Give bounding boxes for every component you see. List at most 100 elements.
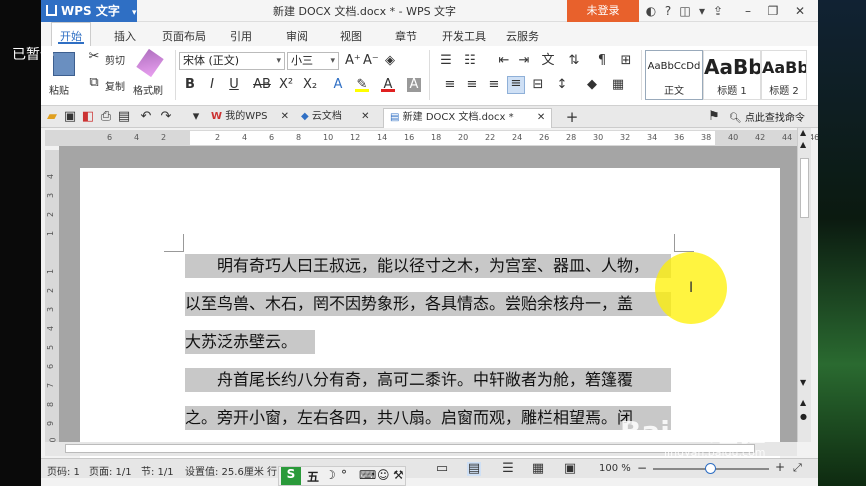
align-left-icon[interactable]: ≡ bbox=[443, 78, 457, 92]
horizontal-ruler[interactable]: 6 4 2 2 4 6 8 10 12 14 16 18 20 22 24 26 28 30 32 34 36 38 40 4… bbox=[45, 130, 818, 146]
wrench-icon[interactable]: ⚒ bbox=[393, 468, 404, 482]
font-name-select[interactable]: 宋体 (正文) bbox=[179, 52, 285, 70]
tab-review[interactable]: 审阅 bbox=[286, 28, 308, 44]
borders-icon[interactable]: ▦ bbox=[611, 78, 625, 92]
chinese-layout-icon[interactable]: 文 bbox=[541, 54, 555, 68]
tab-page-layout[interactable]: 页面布局 bbox=[162, 28, 206, 44]
tool-icon[interactable]: ⚑ bbox=[707, 110, 721, 124]
new-tab-icon[interactable]: + bbox=[565, 110, 579, 125]
print-icon[interactable]: ⎙ bbox=[99, 110, 113, 124]
read-mode-icon[interactable]: ▣ bbox=[563, 462, 577, 476]
shirt-icon[interactable]: ◫ bbox=[678, 4, 692, 18]
clear-format-icon[interactable]: ◈ bbox=[383, 54, 397, 68]
superscript-icon[interactable]: X² bbox=[279, 78, 293, 92]
restore-layout-icon[interactable]: ⇪ bbox=[711, 4, 725, 18]
increase-indent-icon[interactable]: ⇥ bbox=[517, 54, 531, 68]
line-spacing-icon[interactable]: ↕ bbox=[555, 78, 569, 92]
table-borders-icon[interactable]: ⊞ bbox=[619, 54, 633, 68]
highlight-icon[interactable]: ✎ bbox=[355, 78, 369, 92]
export-pdf-icon[interactable]: ◧ bbox=[81, 110, 95, 124]
vertical-scrollbar[interactable]: ▲ ▲ ▼ ▲ ● bbox=[797, 128, 811, 442]
style-heading-1[interactable]: AaBb 标题 1 bbox=[703, 50, 761, 100]
underline-icon[interactable]: U bbox=[227, 78, 241, 92]
zoom-slider-thumb[interactable] bbox=[705, 463, 716, 474]
scroll-down-icon[interactable]: ▼ bbox=[800, 378, 806, 387]
text-line[interactable]: 之。旁开小窗，左右各四，共八扇。启窗而观，雕栏相望焉。闭 bbox=[185, 406, 671, 430]
help-icon[interactable]: ? bbox=[661, 4, 675, 18]
tab-view[interactable]: 视图 bbox=[340, 28, 362, 44]
command-search[interactable]: 🔍︎ 点此查找命令 bbox=[729, 109, 805, 124]
select-browse-icon[interactable]: ● bbox=[800, 412, 807, 421]
close-icon[interactable]: ✕ bbox=[793, 4, 807, 18]
char-shading-icon[interactable]: A bbox=[407, 78, 421, 92]
show-marks-icon[interactable]: ¶ bbox=[595, 54, 609, 68]
save-icon[interactable]: ▣ bbox=[63, 110, 77, 124]
subscript-icon[interactable]: X₂ bbox=[303, 78, 317, 92]
style-heading-2[interactable]: AaBb 标题 2 bbox=[761, 50, 807, 100]
scroll-thumb[interactable] bbox=[800, 158, 809, 218]
status-section[interactable]: 节: 1/1 bbox=[141, 463, 174, 478]
zoom-out-icon[interactable]: − bbox=[637, 461, 647, 475]
status-setting[interactable]: 设置值: 25.6厘米 bbox=[185, 463, 264, 478]
close-icon[interactable]: ✕ bbox=[361, 111, 369, 122]
shrink-font-icon[interactable]: A⁻ bbox=[363, 54, 379, 68]
tab-home[interactable]: 开始 bbox=[51, 22, 91, 46]
vertical-ruler[interactable]: 432112345678910 bbox=[45, 150, 59, 448]
maximize-icon[interactable]: ❐ bbox=[766, 4, 780, 18]
tab-cloud[interactable]: 云服务 bbox=[506, 28, 539, 44]
strikethrough-icon[interactable]: AB bbox=[251, 78, 273, 92]
bold-icon[interactable]: B bbox=[183, 78, 197, 92]
close-icon[interactable]: ✕ bbox=[537, 112, 545, 123]
view-mode-icon[interactable]: ▭ bbox=[435, 462, 449, 476]
open-folder-icon[interactable]: ▰ bbox=[45, 110, 59, 124]
tab-current-document[interactable]: ▤ 新建 DOCX 文档.docx * ✕ bbox=[383, 108, 553, 128]
redo-icon[interactable]: ↷ bbox=[159, 110, 173, 124]
user-icon[interactable]: ☺ bbox=[377, 468, 390, 482]
fit-window-icon[interactable]: ⤢ bbox=[793, 461, 802, 475]
moon-icon[interactable]: ☽ bbox=[325, 468, 336, 482]
print-preview-icon[interactable]: ▤ bbox=[117, 110, 131, 124]
tab-section[interactable]: 章节 bbox=[395, 28, 417, 44]
sogou-logo-icon[interactable]: S bbox=[281, 467, 301, 485]
status-pages[interactable]: 页面: 1/1 bbox=[89, 463, 132, 478]
page-view-icon[interactable]: ▤ bbox=[467, 462, 481, 476]
scroll-up-icon[interactable]: ▲ bbox=[800, 128, 806, 137]
font-color-icon[interactable]: A bbox=[381, 78, 395, 92]
chevron-down-icon[interactable]: ▾ bbox=[189, 110, 203, 124]
grow-font-icon[interactable]: A⁺ bbox=[345, 54, 361, 68]
more-icon[interactable]: ▾ bbox=[695, 4, 709, 18]
tab-developer[interactable]: 开发工具 bbox=[442, 28, 486, 44]
bullets-icon[interactable]: ☰ bbox=[439, 54, 453, 68]
text-line[interactable]: 大苏泛赤壁云。 bbox=[185, 330, 315, 354]
skin-icon[interactable]: ◐ bbox=[644, 4, 658, 18]
decrease-indent-icon[interactable]: ⇤ bbox=[497, 54, 511, 68]
wps-app-menu-button[interactable]: WPS 文字 ▾ bbox=[41, 0, 137, 22]
ime-mode[interactable]: 五 bbox=[307, 468, 319, 485]
italic-icon[interactable]: I bbox=[205, 78, 219, 92]
zoom-level[interactable]: 100 % bbox=[599, 463, 631, 474]
format-painter-button[interactable]: 格式刷 bbox=[133, 48, 169, 100]
text-line[interactable]: 明有奇巧人曰王叔远，能以径寸之木，为宫室、器皿、人物， bbox=[185, 254, 671, 278]
keyboard-icon[interactable]: ⌨ bbox=[359, 468, 376, 482]
tab-cloud-docs[interactable]: ◆ 云文档 ✕ bbox=[295, 108, 375, 128]
font-size-select[interactable]: 小三 bbox=[287, 52, 339, 70]
align-right-icon[interactable]: ≡ bbox=[487, 78, 501, 92]
justify-icon[interactable]: ≡ bbox=[507, 76, 525, 94]
zoom-slider[interactable] bbox=[653, 463, 769, 474]
numbering-icon[interactable]: ☷ bbox=[463, 54, 477, 68]
zoom-in-icon[interactable]: + bbox=[775, 460, 785, 474]
prev-page-icon[interactable]: ▲ bbox=[800, 398, 806, 407]
tab-insert[interactable]: 插入 bbox=[114, 28, 136, 44]
shading-icon[interactable]: ◆ bbox=[585, 78, 599, 92]
minimize-icon[interactable]: – bbox=[741, 4, 755, 18]
text-effect-icon[interactable]: A bbox=[331, 78, 345, 92]
tab-my-wps[interactable]: W 我的WPS ✕ bbox=[205, 108, 295, 128]
punctuation-icon[interactable]: ° bbox=[341, 468, 347, 482]
tab-references[interactable]: 引用 bbox=[230, 28, 252, 44]
text-line[interactable]: 舟首尾长约八分有奇，高可二黍许。中轩敞者为舱，箬篷覆 bbox=[185, 368, 671, 392]
web-view-icon[interactable]: ▦ bbox=[531, 462, 545, 476]
sort-icon[interactable]: ⇅ bbox=[567, 54, 581, 68]
scroll-up-icon[interactable]: ▲ bbox=[800, 140, 806, 149]
distributed-icon[interactable]: ⊟ bbox=[531, 78, 545, 92]
status-page-number[interactable]: 页码: 1 bbox=[47, 463, 80, 478]
